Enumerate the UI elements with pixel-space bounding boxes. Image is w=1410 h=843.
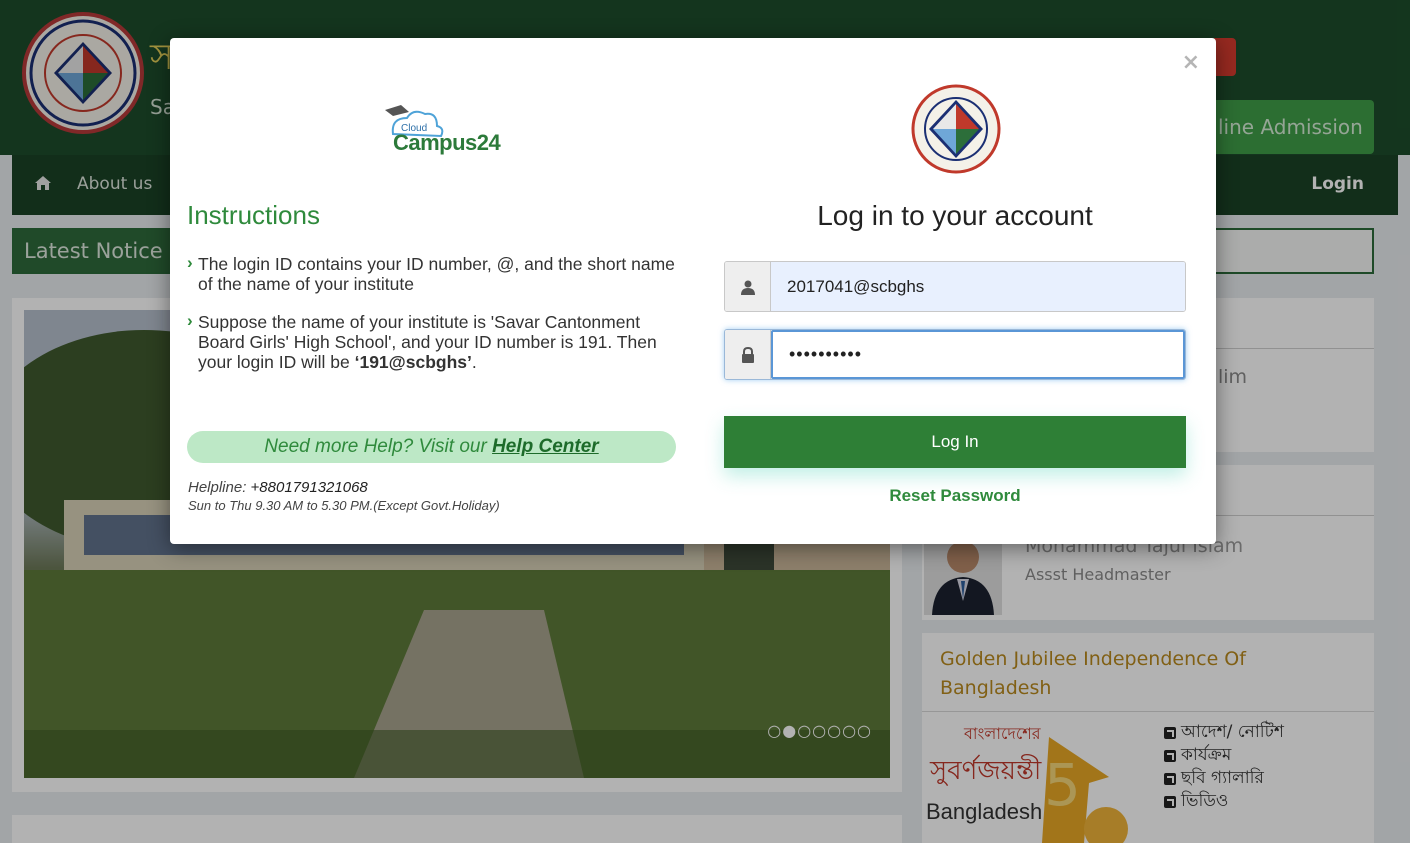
instructions-list: The login ID contains your ID number, @,… <box>187 253 677 390</box>
help-center-link[interactable]: Help Center <box>492 436 599 457</box>
login-button[interactable]: Log In <box>724 416 1186 468</box>
username-input[interactable] <box>771 262 1185 311</box>
reset-password-link[interactable]: Reset Password <box>724 486 1186 506</box>
instruction-text: The login ID contains your ID number, @,… <box>198 254 675 294</box>
login-modal: × Cloud Campus24 Instructions The login … <box>170 38 1216 544</box>
helpline-number: +8801791321068 <box>250 479 368 496</box>
instruction-item: The login ID contains your ID number, @,… <box>187 253 677 294</box>
example-login-id: ‘191@scbghs’ <box>354 352 472 372</box>
brand-text: Campus24 <box>393 130 501 155</box>
helpline: Helpline: +8801791321068 <box>188 480 368 496</box>
cloud-campus-logo: Cloud Campus24 <box>375 104 505 164</box>
instruction-item: Suppose the name of your institute is 'S… <box>187 311 677 372</box>
login-title: Log in to your account <box>817 200 1093 231</box>
helpline-label: Helpline: <box>188 479 251 496</box>
help-center-banner: Need more Help? Visit our Help Center <box>187 431 676 463</box>
user-icon <box>725 262 771 311</box>
instruction-text-end: . <box>471 352 477 372</box>
help-prefix: Need more Help? Visit our <box>264 436 493 457</box>
instructions-panel: Cloud Campus24 Instructions The login ID… <box>187 38 677 544</box>
lock-icon <box>725 330 771 379</box>
password-input[interactable] <box>771 330 1185 379</box>
helpline-hours: Sun to Thu 9.30 AM to 5.30 PM.(Except Go… <box>188 498 500 513</box>
school-emblem <box>911 84 1001 174</box>
login-panel: Log in to your account Log In Reset Pass… <box>724 38 1186 544</box>
instructions-title: Instructions <box>187 200 320 230</box>
username-group <box>724 261 1186 312</box>
password-group <box>724 329 1186 380</box>
